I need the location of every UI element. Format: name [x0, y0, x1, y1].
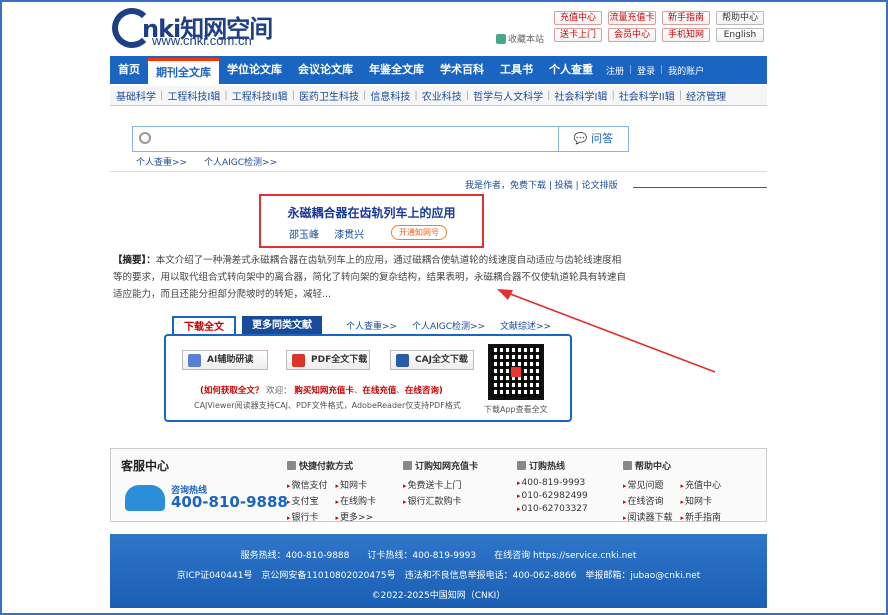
help-link[interactable]: 常见问题 — [623, 478, 673, 491]
download-box: AI辅助研读 PDF全文下载 CAJ全文下载 (如何获取全文？ 欢迎： 购买知网… — [164, 334, 572, 422]
tab-similar-documents[interactable]: 更多同类文献 — [242, 316, 322, 335]
order-link[interactable]: 银行汇款购卡 — [403, 494, 478, 507]
link-aigc[interactable]: 个人AIGC检测>> — [412, 322, 485, 332]
pdf-download-button[interactable]: PDF全文下载 — [286, 350, 370, 370]
reader-note: CAJViewer阅读器支持CAJ、PDF文件格式，AdobeReader仅支持… — [194, 401, 461, 410]
pdf-icon — [292, 354, 305, 367]
hotline-item: 010-62982499 — [517, 491, 588, 501]
download-links: 个人查重>> 个人AIGC检测>> 文献综述>> — [346, 319, 563, 332]
pay-link[interactable]: 银行卡 — [287, 510, 328, 523]
footer: 服务热线：400-810-9888 订卡热线：400-819-9993 在线咨询… — [110, 534, 767, 608]
hint-welcome: 欢迎： — [266, 386, 292, 396]
customer-service: 客服中心 咨询热线 400-810-9888 — [121, 457, 288, 513]
buy-card-link[interactable]: 购买知网充值卡 — [294, 386, 354, 396]
hotline-item: 400-819-9993 — [517, 478, 588, 488]
pay-link[interactable]: 支付宝 — [287, 494, 328, 507]
ai-read-label: AI辅助研读 — [207, 355, 254, 365]
help-header: 帮助中心 — [623, 459, 721, 472]
order-hotline: 订购热线 400-819-9993 010-62982499 010-62703… — [517, 459, 588, 514]
link-plagiarism[interactable]: 个人查重>> — [346, 322, 397, 332]
order-card-title: 订购知网充值卡 — [415, 462, 479, 472]
help-link[interactable]: 充值中心 — [681, 478, 721, 491]
link-review[interactable]: 文献综述>> — [500, 322, 551, 332]
service-panel: 客服中心 咨询热线 400-810-9888 快捷付款方式 微信支付 知网卡 支… — [110, 448, 767, 523]
hint-suffix: ) — [438, 386, 443, 396]
headset-icon — [125, 485, 165, 511]
help-center: 帮助中心 常见问题 充值中心 在线咨询 知网卡 阅读器下载 新手指南 — [623, 459, 721, 523]
order-link[interactable]: 免费送卡上门 — [403, 478, 478, 491]
help-link[interactable]: 新手指南 — [681, 510, 721, 523]
tab-download-full-text[interactable]: 下载全文 — [172, 316, 236, 335]
pay-link[interactable]: 在线购卡 — [336, 494, 376, 507]
qr-caption: 下载App查看全文 — [484, 405, 548, 414]
ai-icon — [188, 354, 201, 367]
help-link[interactable]: 知网卡 — [681, 494, 722, 507]
help-icon — [623, 461, 632, 470]
card-icon — [287, 461, 296, 470]
pay-link[interactable]: 微信支付 — [287, 478, 328, 491]
hint-prefix[interactable]: (如何获取全文？ — [200, 386, 263, 396]
order-hotline-header: 订购热线 — [517, 459, 588, 472]
caj-icon — [396, 354, 409, 367]
footer-copyright: ©2022-2025中国知网（CNKI） — [371, 591, 506, 601]
payment-title: 快捷付款方式 — [299, 462, 354, 472]
caj-download-label: CAJ全文下载 — [415, 355, 468, 365]
online-recharge-link[interactable]: 在线充值 — [362, 386, 396, 396]
phone-icon — [517, 461, 526, 470]
help-title: 帮助中心 — [635, 462, 672, 472]
help-link[interactable]: 在线咨询 — [623, 494, 673, 507]
ai-read-button[interactable]: AI辅助研读 — [182, 350, 268, 370]
online-consult-link[interactable]: 在线咨询 — [405, 386, 439, 396]
pdf-download-label: PDF全文下载 — [311, 355, 368, 365]
payment-header: 快捷付款方式 — [287, 459, 376, 472]
help-link[interactable]: 阅读器下载 — [623, 510, 673, 523]
annotation-arrow — [497, 289, 716, 373]
caj-download-button[interactable]: CAJ全文下载 — [390, 350, 474, 370]
order-card: 订购知网充值卡 免费送卡上门 银行汇款购卡 — [403, 459, 478, 507]
payment-methods: 快捷付款方式 微信支付 知网卡 支付宝 在线购卡 银行卡 更多>> — [287, 459, 376, 523]
footer-licenses: 京ICP证040441号 京公网安备11010802020475号 违法和不良信… — [176, 571, 701, 581]
qr-logo — [511, 367, 521, 377]
order-card-header: 订购知网充值卡 — [403, 459, 478, 472]
how-to-get-hint: (如何获取全文？ 欢迎： 购买知网充值卡、在线充值、在线咨询) — [200, 386, 443, 396]
pay-link[interactable]: 更多>> — [336, 510, 377, 523]
cart-icon — [403, 461, 412, 470]
download-tabs: 下载全文 更多同类文献 — [172, 316, 322, 335]
pay-link[interactable]: 知网卡 — [336, 478, 377, 491]
service-title: 客服中心 — [121, 459, 170, 473]
hotline-number: 400-810-9888 — [171, 493, 288, 511]
app-qr-code — [488, 344, 544, 400]
footer-hotlines: 服务热线：400-810-9888 订卡热线：400-819-9993 在线咨询… — [240, 551, 637, 561]
hotline-item: 010-62703327 — [517, 504, 588, 514]
order-hotline-title: 订购热线 — [529, 462, 566, 472]
